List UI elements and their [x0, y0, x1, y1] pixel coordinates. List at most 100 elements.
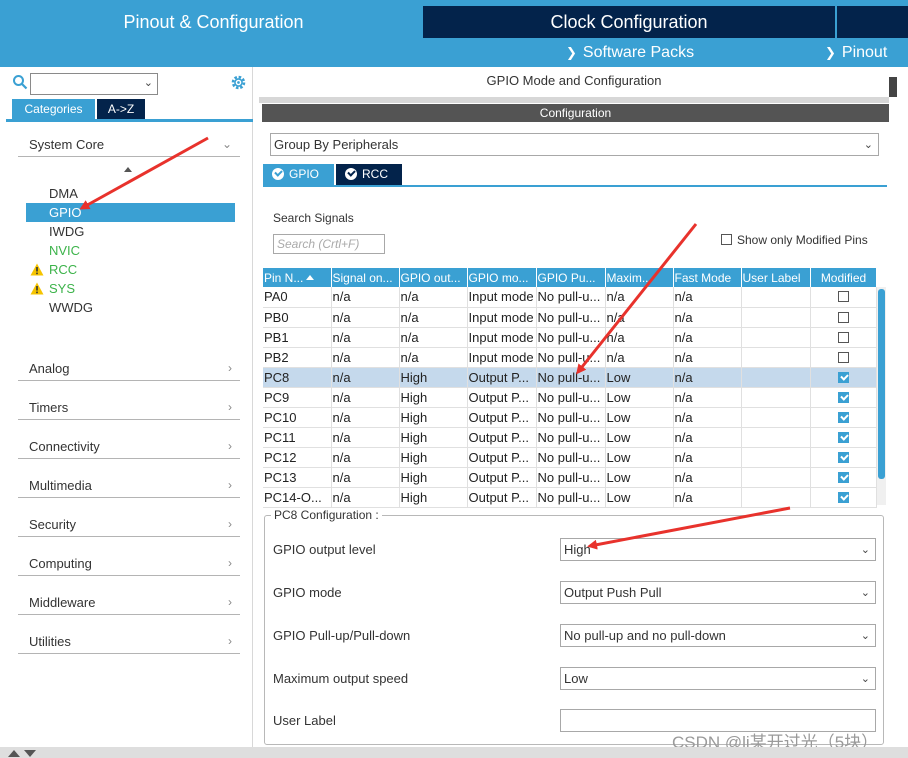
table-cell-modified — [810, 387, 877, 408]
table-cell: Output P... — [467, 447, 537, 468]
category-timers[interactable]: Timers › — [18, 392, 240, 420]
select-value: High — [564, 542, 591, 557]
core-item-rcc[interactable]: RCC — [26, 260, 235, 279]
modified-checkbox[interactable] — [838, 371, 849, 383]
scrollbar-thumb[interactable] — [878, 289, 885, 479]
table-cell: n/a — [605, 287, 674, 308]
table-cell: n/a — [399, 347, 468, 368]
table-scrollbar[interactable] — [877, 287, 886, 505]
chevron-down-icon: ❯ — [825, 45, 836, 60]
column-header[interactable]: Modified — [810, 268, 877, 287]
core-item-iwdg[interactable]: IWDG — [26, 222, 235, 241]
column-header[interactable]: User Label — [741, 268, 811, 287]
modified-checkbox[interactable] — [838, 451, 849, 463]
gpio-mode-select[interactable]: Output Push Pull ⌄ — [560, 581, 876, 604]
table-cell — [741, 467, 811, 488]
modified-checkbox[interactable] — [838, 471, 849, 483]
table-cell: n/a — [399, 327, 468, 348]
tab-a-to-z[interactable]: A->Z — [97, 99, 145, 119]
table-row[interactable]: PC8 n/a High Output P... No pull-u... Low n/a — [263, 367, 877, 388]
system-core-list: DMA GPIO IWDG NVIC RCC SYS WWDG — [26, 184, 235, 317]
column-header[interactable]: Maxim... — [605, 268, 674, 287]
table-row[interactable]: PC13 n/a High Output P... No pull-u... Low n/a — [263, 467, 877, 488]
table-cell: n/a — [673, 487, 742, 508]
category-multimedia[interactable]: Multimedia › — [18, 470, 240, 498]
tab-pinout-configuration[interactable]: Pinout & Configuration — [6, 6, 421, 38]
category-label: Timers — [29, 400, 69, 415]
tab-clock-configuration[interactable]: Clock Configuration — [423, 6, 835, 38]
category-security[interactable]: Security › — [18, 509, 240, 537]
search-icon[interactable] — [12, 74, 28, 90]
tab-gpio[interactable]: GPIO — [263, 164, 334, 185]
table-row[interactable]: PB1 n/a n/a Input mode No pull-u... n/a n/a — [263, 327, 877, 348]
core-item-label: WWDG — [49, 300, 94, 315]
category-system-core[interactable]: System Core ⌄ — [18, 129, 240, 157]
pinout-menu[interactable]: ❯ Pinout — [825, 38, 887, 67]
group-by-select[interactable]: Group By Peripherals ⌄ — [270, 133, 879, 156]
table-cell: No pull-u... — [536, 347, 606, 368]
core-item-nvic[interactable]: NVIC — [26, 241, 235, 260]
category-search-combo[interactable]: ⌄ — [30, 73, 158, 95]
table-cell: n/a — [331, 487, 400, 508]
tab-underline — [263, 185, 887, 187]
table-row[interactable]: PB2 n/a n/a Input mode No pull-u... n/a n/a — [263, 347, 877, 368]
table-row[interactable]: PA0 n/a n/a Input mode No pull-u... n/a n/a — [263, 287, 877, 308]
category-utilities[interactable]: Utilities › — [18, 626, 240, 654]
category-connectivity[interactable]: Connectivity › — [18, 431, 240, 459]
table-row[interactable]: PC14-O... n/a High Output P... No pull-u... L… — [263, 487, 877, 508]
core-item-gpio[interactable]: GPIO — [26, 203, 235, 222]
table-row[interactable]: PC11 n/a High Output P... No pull-u... Low n/a — [263, 427, 877, 448]
category-analog[interactable]: Analog › — [18, 353, 240, 381]
table-cell: Output P... — [467, 427, 537, 448]
table-row[interactable]: PC9 n/a High Output P... No pull-u... Low n/a — [263, 387, 877, 408]
show-modified-checkbox[interactable]: Show only Modified Pins — [721, 233, 868, 247]
tab-rcc[interactable]: RCC — [336, 164, 402, 185]
table-cell — [741, 487, 811, 508]
core-item-wwdg[interactable]: WWDG — [26, 298, 235, 317]
pull-select[interactable]: No pull-up and no pull-down ⌄ — [560, 624, 876, 647]
core-item-dma[interactable]: DMA — [26, 184, 235, 203]
column-header[interactable]: Pin N... — [263, 268, 332, 287]
table-row[interactable]: PC10 n/a High Output P... No pull-u... Low n/a — [263, 407, 877, 428]
modified-checkbox[interactable] — [838, 351, 849, 363]
modified-checkbox[interactable] — [838, 411, 849, 423]
column-header[interactable]: GPIO Pu... — [536, 268, 606, 287]
config-row-speed: Maximum output speed Low ⌄ — [273, 667, 877, 691]
table-cell: Output P... — [467, 367, 537, 388]
category-middleware[interactable]: Middleware › — [18, 587, 240, 615]
column-header[interactable]: Fast Mode — [673, 268, 742, 287]
search-signals-input[interactable]: Search (Crtl+F) — [273, 234, 385, 254]
chevron-right-icon: › — [228, 400, 232, 414]
core-item-sys[interactable]: SYS — [26, 279, 235, 298]
tab-overflow[interactable] — [837, 6, 908, 38]
modified-checkbox[interactable] — [838, 331, 849, 343]
table-row[interactable]: PB0 n/a n/a Input mode No pull-u... n/a n/a — [263, 307, 877, 328]
chevron-right-icon: › — [228, 595, 232, 609]
speed-select[interactable]: Low ⌄ — [560, 667, 876, 690]
sort-asc-icon — [306, 274, 315, 280]
chevron-right-icon: › — [228, 556, 232, 570]
scroll-up-icon[interactable] — [124, 167, 132, 172]
output-level-select[interactable]: High ⌄ — [560, 538, 876, 561]
modified-checkbox[interactable] — [838, 491, 849, 503]
category-computing[interactable]: Computing › — [18, 548, 240, 576]
table-cell: Output P... — [467, 387, 537, 408]
modified-checkbox[interactable] — [838, 311, 849, 323]
table-cell-modified — [810, 287, 877, 308]
sub-menu-bar: ❯ Software Packs ❯ Pinout — [0, 38, 908, 67]
modified-checkbox[interactable] — [838, 291, 849, 303]
collapse-down-icon[interactable] — [24, 750, 36, 757]
table-cell: PA0 — [263, 287, 332, 308]
gear-icon[interactable] — [230, 74, 247, 91]
table-cell-modified — [810, 487, 877, 508]
table-cell: Input mode — [467, 327, 537, 348]
software-packs-menu[interactable]: ❯ Software Packs — [566, 38, 694, 67]
column-header[interactable]: GPIO out... — [399, 268, 468, 287]
modified-checkbox[interactable] — [838, 391, 849, 403]
table-row[interactable]: PC12 n/a High Output P... No pull-u... Low n/a — [263, 447, 877, 468]
tab-categories[interactable]: Categories — [12, 99, 95, 119]
modified-checkbox[interactable] — [838, 431, 849, 443]
column-header[interactable]: GPIO mo... — [467, 268, 537, 287]
expand-up-icon[interactable] — [8, 750, 20, 757]
column-header[interactable]: Signal on... — [331, 268, 400, 287]
